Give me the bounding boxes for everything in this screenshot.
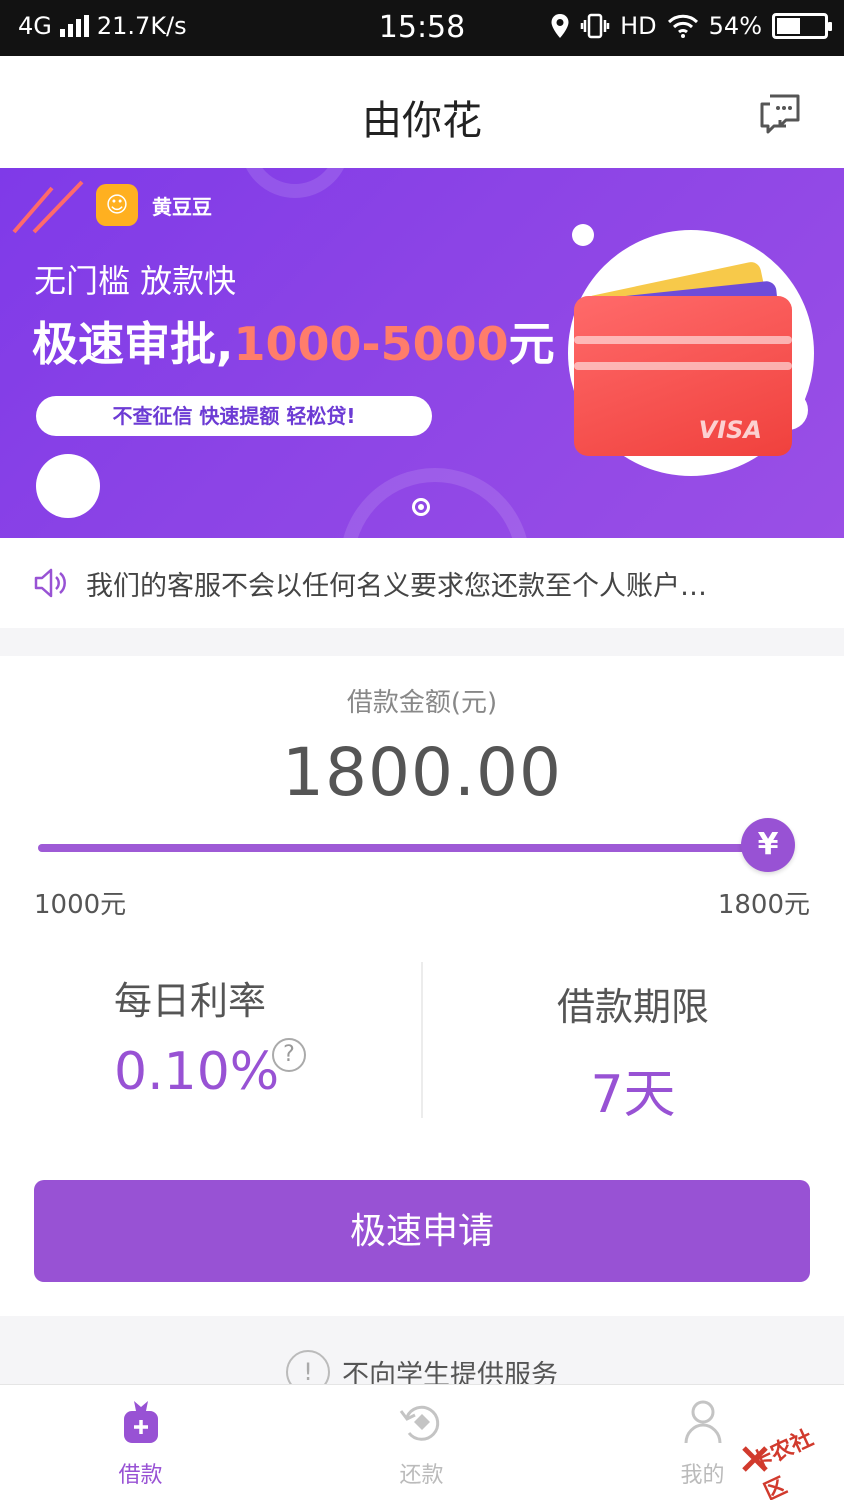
- location-icon: [551, 14, 569, 38]
- apply-button[interactable]: 极速申请: [34, 1180, 810, 1282]
- daily-rate-value: 0.10%: [114, 1042, 280, 1102]
- banner-brand: ☺ 黄豆豆: [96, 184, 212, 226]
- notice-text: 我们的客服不会以任何名义要求您还款至个人账户…: [86, 570, 707, 602]
- banner-title: 极速审批,1000-5000元: [32, 308, 555, 374]
- bottom-tab-bar: 借款 还款 我的: [0, 1384, 844, 1500]
- tab-repay[interactable]: 还款: [281, 1385, 562, 1500]
- banner-slashes: [12, 180, 84, 234]
- banner-decoration: [572, 224, 594, 246]
- carousel-indicator[interactable]: [412, 498, 430, 516]
- slider-thumb[interactable]: ¥: [741, 818, 795, 872]
- slider-min-label: 1000元: [34, 890, 127, 920]
- loan-term-block[interactable]: 借款期限 7天: [422, 966, 844, 1125]
- amount-slider[interactable]: ¥: [38, 818, 795, 872]
- warning-icon: !: [286, 1350, 330, 1384]
- tab-loan-label: 借款: [118, 1463, 163, 1488]
- chat-bubble-icon[interactable]: [756, 90, 804, 138]
- slider-fill: [38, 844, 768, 852]
- tab-repay-label: 还款: [399, 1463, 444, 1488]
- student-notice-text: 不向学生提供服务: [342, 1359, 558, 1385]
- banner-title-prefix: 极速审批,: [32, 317, 234, 371]
- watermark: 卡农社区: [740, 1410, 836, 1500]
- card-illustration: VISA: [574, 296, 792, 456]
- vibrate-icon: [580, 13, 610, 39]
- app-header: 由你花: [0, 56, 844, 168]
- brand-logo-icon: ☺: [96, 184, 138, 226]
- battery-fill: [777, 18, 800, 34]
- wifi-icon: [667, 14, 698, 38]
- student-notice: ! 不向学生提供服务: [0, 1340, 844, 1384]
- battery-icon: [772, 13, 832, 39]
- banner-tagline: 不查征信 快速提额 轻松贷!: [36, 396, 432, 436]
- daily-rate-block: 每日利率 0.10% ?: [0, 966, 422, 1116]
- promo-banner[interactable]: ☺ 黄豆豆 无门槛 放款快 极速审批,1000-5000元 不查征信 快速提额 …: [0, 168, 844, 538]
- tab-loan[interactable]: 借款: [0, 1385, 281, 1500]
- daily-rate-label: 每日利率: [114, 979, 267, 1023]
- banner-decoration: [340, 468, 530, 538]
- battery-percent: 54%: [708, 12, 762, 40]
- banner-title-suffix: 元: [508, 317, 555, 371]
- loan-term-label: 借款期限: [556, 985, 709, 1029]
- card-brand: VISA: [698, 416, 762, 444]
- notice-bar[interactable]: 我们的客服不会以任何名义要求您还款至个人账户…: [0, 538, 844, 628]
- hd-indicator: HD: [620, 12, 657, 40]
- user-icon: [684, 1400, 721, 1444]
- slider-max-label: 1800元: [717, 890, 810, 920]
- brand-name: 黄豆豆: [152, 194, 212, 219]
- loan-bag-icon: [123, 1401, 158, 1443]
- banner-headline: 无门槛 放款快: [34, 262, 237, 300]
- repay-icon: [399, 1405, 439, 1441]
- loan-amount: 1800.00: [282, 734, 562, 811]
- app-screen: 4G 21.7K/s 15:58 HD 54% 由你花 ☺ 黄豆豆 无门槛 放款…: [0, 0, 844, 1500]
- page-title: 由你花: [362, 98, 482, 144]
- loan-term-value: 7天: [590, 1065, 676, 1125]
- speaker-icon: [34, 568, 66, 598]
- amount-label: 借款金额(元): [346, 688, 498, 718]
- banner-decoration: [240, 168, 350, 198]
- status-bar: 4G 21.7K/s 15:58 HD 54%: [0, 0, 844, 56]
- status-right: HD 54%: [550, 12, 832, 40]
- banner-amount-range: 1000-5000: [233, 317, 509, 371]
- help-icon[interactable]: ?: [272, 1038, 306, 1072]
- banner-decoration: [36, 454, 100, 518]
- loan-card: 借款金额(元) 1800.00 ¥ 1000元 1800元 每日利率 0.10%…: [0, 656, 844, 1316]
